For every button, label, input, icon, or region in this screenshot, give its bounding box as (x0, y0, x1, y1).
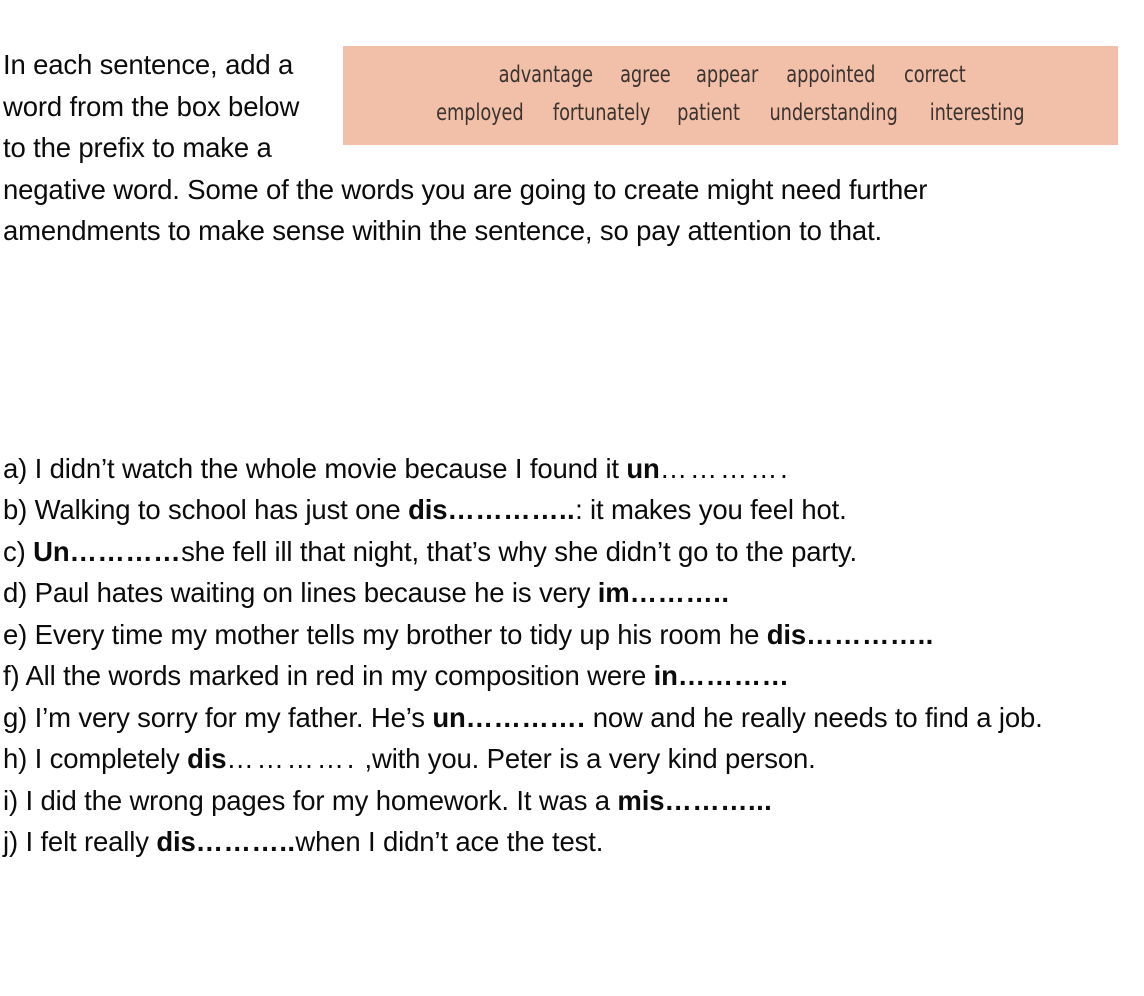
exercise-item: a) I didn’t watch the whole movie becaus… (3, 448, 1136, 490)
word-bank-item[interactable]: appear (696, 57, 758, 94)
exercise-text-before: All the words marked in red in my compos… (19, 660, 654, 691)
exercise-item: f) All the words marked in red in my com… (3, 655, 1136, 697)
exercise-marker: i) (3, 784, 18, 816)
word-bank-item[interactable]: appointed (786, 57, 875, 94)
exercise-marker: c) (3, 535, 26, 567)
exercise-answer-blank[interactable]: ……….. (630, 577, 730, 608)
exercise-prefix: dis (408, 494, 448, 525)
word-bank-row-2: employed fortunately patient understanding i… (422, 95, 1039, 132)
exercise-prefix: un (432, 701, 466, 733)
exercise-marker: a) (3, 452, 28, 484)
instructions-line-4: prefix to make a negative word. Some of … (3, 132, 928, 246)
word-bank-box: advantage agree appear appointed correct emp… (343, 46, 1118, 145)
exercise-prefix: mis (617, 784, 665, 816)
exercise-prefix: dis (766, 618, 807, 650)
exercise-prefix: dis (187, 743, 227, 774)
word-bank-item[interactable]: patient (677, 95, 740, 132)
exercise-prefix: Un (33, 535, 70, 567)
exercise-text-after: now and he really needs to find a job. (585, 701, 1043, 733)
exercise-prefix: im (597, 577, 630, 608)
exercise-answer-blank[interactable]: ………….. (447, 494, 575, 525)
exercise-item: c) Un…………she fell ill that night, that’s… (3, 531, 1136, 573)
worksheet-page: advantage agree appear appointed correct emp… (0, 0, 1144, 996)
exercise-text-after: : it makes you feel hot. (575, 494, 847, 525)
exercise-text-before: I’m very sorry for my father. He’s (27, 701, 433, 733)
exercise-answer-blank[interactable]: ………… (678, 660, 790, 691)
exercise-text-before (26, 536, 34, 567)
word-bank-row-1: advantage agree appear appointed correct (483, 57, 979, 94)
exercise-answer-blank[interactable]: ……….. (196, 826, 296, 857)
exercise-item: j) I felt really dis………..when I didn’t a… (3, 821, 1136, 863)
word-bank-item[interactable]: interesting (930, 95, 1025, 132)
exercise-text-before: Paul hates waiting on lines because he i… (27, 577, 598, 608)
exercise-text-after: ,with you. Peter is a very kind person. (357, 743, 816, 774)
exercise-item: i) I did the wrong pages for my homework… (3, 780, 1136, 822)
exercise-marker: g) (3, 701, 28, 733)
exercise-answer-blank[interactable]: …………. (226, 743, 357, 774)
exercise-item: e) Every time my mother tells my brother… (3, 614, 1136, 656)
exercise-text-after: she fell ill that night, that’s why she … (181, 535, 857, 567)
exercise-answer-blank[interactable]: ………… (69, 536, 181, 567)
exercise-answer-blank[interactable]: ………... (664, 785, 772, 816)
word-bank-item[interactable]: correct (904, 57, 966, 94)
exercise-text-after: when I didn’t ace the test. (295, 826, 604, 857)
exercise-answer-blank[interactable]: …………. (660, 453, 791, 484)
exercise-marker: f) (3, 660, 20, 691)
exercise-marker: j) (3, 826, 18, 857)
exercise-marker: d) (3, 577, 28, 608)
exercise-text-before: Walking to school has just one (27, 494, 409, 525)
word-bank-item[interactable]: agree (620, 57, 671, 94)
exercise-answer-blank[interactable]: ………….. (806, 619, 934, 650)
exercise-text-before: I completely (27, 743, 188, 774)
exercise-item: d) Paul hates waiting on lines because h… (3, 572, 1136, 614)
word-bank-item[interactable]: advantage (498, 57, 592, 94)
exercise-prefix: un (626, 452, 660, 484)
exercise-text-before: I did the wrong pages for my homework. I… (17, 784, 618, 816)
word-bank-item[interactable]: fortunately (553, 95, 650, 132)
exercise-text-before: I didn’t watch the whole movie because I… (27, 452, 627, 484)
exercise-marker: e) (3, 618, 28, 650)
exercise-text-before: I felt really (17, 826, 157, 857)
exercise-text-before: Every time my mother tells my brother to… (27, 618, 767, 650)
word-bank-item[interactable]: understanding (769, 95, 897, 132)
exercise-prefix: dis (156, 826, 196, 857)
exercise-marker: h) (3, 743, 28, 774)
word-bank-item[interactable]: employed (436, 95, 524, 132)
exercise-prefix: in (653, 660, 678, 691)
exercise-item: b) Walking to school has just one dis………… (3, 489, 1136, 531)
exercise-list: a) I didn’t watch the whole movie becaus… (0, 448, 1144, 863)
exercise-item: h) I completely dis…………. ,with you. Pete… (3, 738, 1136, 780)
exercise-marker: b) (3, 494, 28, 525)
instructions-line-1: In each sentence, (3, 49, 218, 80)
exercise-answer-blank[interactable]: …………. (466, 702, 586, 733)
exercise-item: g) I’m very sorry for my father. He’s un… (3, 697, 1136, 739)
